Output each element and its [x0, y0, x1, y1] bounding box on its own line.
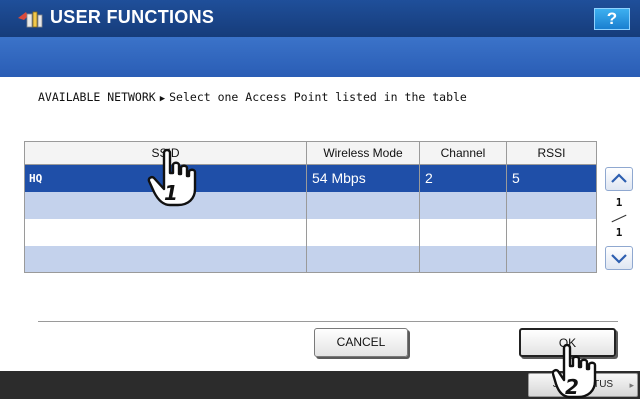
arrow-right-icon: ▶ — [159, 94, 166, 104]
cell-ssid — [24, 245, 307, 273]
cell-mode — [306, 245, 420, 273]
cell-channel — [419, 245, 507, 273]
chevron-right-icon: ▸ — [629, 380, 634, 390]
column-wireless-mode: Wireless Mode — [306, 141, 420, 165]
column-channel: Channel — [419, 141, 507, 165]
title-bar: USER FUNCTIONS ? — [0, 0, 640, 37]
pointing-hand-icon: 2 — [552, 344, 597, 399]
cell-rssi — [506, 191, 597, 219]
step-two-label: 2 — [565, 375, 579, 399]
table-row[interactable] — [24, 218, 597, 246]
scroll-down-button[interactable] — [605, 246, 633, 270]
network-table: SSID Wireless Mode Channel RSSI HQ 54 Mb… — [24, 141, 597, 273]
cell-rssi — [506, 218, 597, 246]
scroll-up-button[interactable] — [605, 167, 633, 191]
table-row[interactable] — [24, 191, 597, 219]
cell-rssi — [506, 245, 597, 273]
section-label: AVAILABLE NETWORK — [38, 90, 156, 104]
cell-ssid — [24, 218, 307, 246]
help-button[interactable]: ? — [594, 8, 630, 30]
page-indicator: 1 1 — [609, 196, 629, 242]
user-functions-icon — [18, 11, 43, 28]
table-row[interactable] — [24, 245, 597, 273]
step-one-label: 1 — [164, 181, 178, 205]
cell-mode — [306, 218, 420, 246]
cell-channel: 2 — [419, 164, 507, 192]
pointing-hand-icon: 1 — [147, 148, 197, 207]
chevron-up-icon — [611, 173, 627, 183]
page-title: USER FUNCTIONS — [50, 7, 215, 27]
cell-mode: 54 Mbps — [306, 164, 420, 192]
cell-rssi: 5 — [506, 164, 597, 192]
page-total: 1 — [615, 226, 623, 239]
header-band — [0, 37, 640, 77]
column-rssi: RSSI — [506, 141, 597, 165]
cell-mode — [306, 191, 420, 219]
page-separator — [611, 214, 627, 223]
cell-channel — [419, 218, 507, 246]
instruction-text: Select one Access Point listed in the ta… — [169, 90, 467, 104]
table-header: SSID Wireless Mode Channel RSSI — [24, 141, 597, 165]
divider — [38, 321, 618, 322]
page-current: 1 — [615, 196, 623, 209]
table-row[interactable]: HQ 54 Mbps 2 5 — [24, 164, 597, 192]
chevron-down-icon — [611, 254, 627, 264]
instruction-line: AVAILABLE NETWORK ▶ Select one Access Poin… — [38, 90, 467, 104]
cancel-button[interactable]: CANCEL — [314, 328, 408, 357]
cell-channel — [419, 191, 507, 219]
